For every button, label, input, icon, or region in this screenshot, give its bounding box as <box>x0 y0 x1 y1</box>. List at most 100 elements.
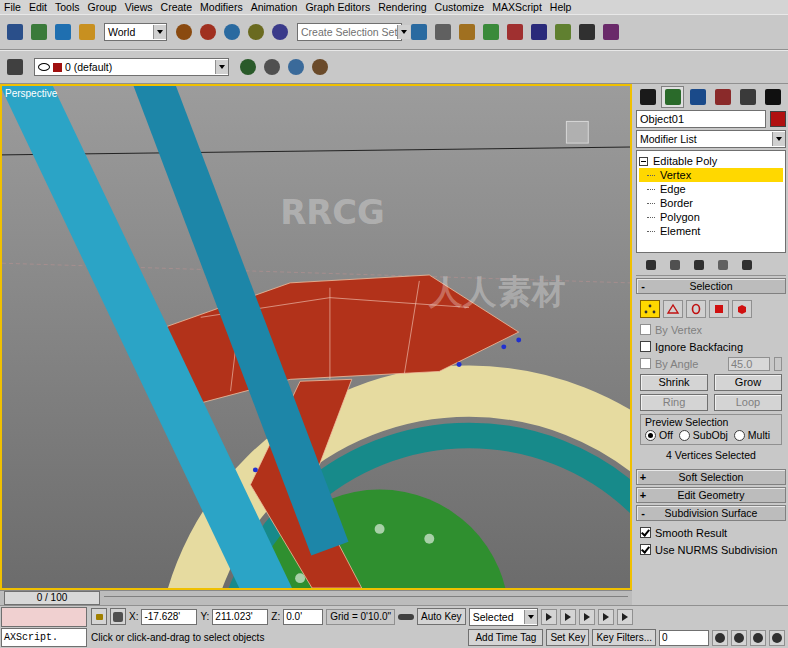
rollout-button[interactable]: Grow <box>714 374 782 391</box>
viewport-nav-icon[interactable] <box>750 630 766 646</box>
stack-tool-icon[interactable] <box>738 257 756 273</box>
tool-icon[interactable] <box>76 21 98 43</box>
checkbox[interactable]: Ignore Backfacing <box>640 339 782 354</box>
stack-item[interactable]: Polygon <box>639 210 783 224</box>
subobject-button[interactable] <box>686 300 706 318</box>
menu-item[interactable]: Views <box>125 0 153 14</box>
spinner-icon[interactable] <box>774 357 782 371</box>
radio-button[interactable]: Multi <box>734 429 770 441</box>
z-field[interactable]: 0.0' <box>283 609 323 625</box>
menu-item[interactable]: Group <box>88 0 117 14</box>
by-angle[interactable]: By Angle45.0 <box>640 356 782 371</box>
viewcube-icon[interactable] <box>566 121 588 143</box>
menu-item[interactable]: Tools <box>55 0 80 14</box>
rollout-header[interactable]: -Selection <box>636 278 786 294</box>
time-slider[interactable]: 0 / 100 <box>0 590 632 605</box>
tool-icon[interactable] <box>432 21 454 43</box>
menu-item[interactable]: Rendering <box>378 0 426 14</box>
stack-item[interactable]: Edge <box>639 182 783 196</box>
lock-icon[interactable] <box>91 608 107 625</box>
panel-tab-icon[interactable] <box>686 86 709 108</box>
viewport-nav-icon[interactable] <box>769 630 785 646</box>
reference-dropdown[interactable]: World <box>104 23 167 41</box>
menu-item[interactable]: Graph Editors <box>305 0 370 14</box>
panel-tab-icon[interactable] <box>736 86 759 108</box>
auto-key-button[interactable]: Auto Key <box>417 608 466 625</box>
tool-icon[interactable] <box>408 21 430 43</box>
tool-icon[interactable] <box>552 21 574 43</box>
menu-item[interactable]: Modifiers <box>200 0 243 14</box>
tool-icon[interactable] <box>528 21 550 43</box>
perspective-viewport[interactable]: RRCG人人素材Perspective <box>0 84 632 590</box>
rollout-header[interactable]: -Subdivision Surface <box>636 505 786 521</box>
tool-icon[interactable] <box>261 56 283 78</box>
layer-dropdown[interactable]: 0 (default) <box>34 58 229 76</box>
tool-icon[interactable] <box>576 21 598 43</box>
maxscript-field[interactable]: AXScript. <box>1 628 87 648</box>
absolute-mode-icon[interactable] <box>110 608 126 625</box>
stack-tool-icon[interactable] <box>666 257 684 273</box>
tool-icon[interactable] <box>28 21 50 43</box>
rollout-button[interactable]: Shrink <box>640 374 708 391</box>
tool-icon[interactable] <box>269 21 291 43</box>
menu-item[interactable]: File <box>4 0 21 14</box>
tool-icon[interactable] <box>221 21 243 43</box>
rollout-button[interactable]: Ring <box>640 394 708 411</box>
set-key-button[interactable]: Set Key <box>546 629 589 646</box>
stack-item[interactable]: Border <box>639 196 783 210</box>
tool-icon[interactable] <box>285 56 307 78</box>
radio-button[interactable]: SubObj <box>679 429 728 441</box>
y-field[interactable]: 211.023' <box>212 609 268 625</box>
menu-item[interactable]: Customize <box>435 0 485 14</box>
tool-icon[interactable] <box>237 56 259 78</box>
playback-icon[interactable] <box>541 609 557 625</box>
tool-icon[interactable] <box>52 21 74 43</box>
modifier-list[interactable]: Modifier List <box>636 130 786 148</box>
tool-icon[interactable] <box>480 21 502 43</box>
key-icon[interactable] <box>398 614 414 620</box>
tool-icon[interactable] <box>173 21 195 43</box>
stack-tool-icon[interactable] <box>642 257 660 273</box>
panel-tab-icon[interactable] <box>711 86 734 108</box>
stack-tool-icon[interactable] <box>714 257 732 273</box>
frame-field[interactable]: 0 <box>659 630 709 646</box>
subobject-button[interactable] <box>663 300 683 318</box>
angle-spinner[interactable]: 45.0 <box>728 357 770 371</box>
maxscript-listener[interactable] <box>1 607 87 627</box>
tool-icon[interactable] <box>245 21 267 43</box>
viewport-label[interactable]: Perspective <box>5 88 57 99</box>
layers-icon[interactable] <box>4 56 26 78</box>
tool-icon[interactable] <box>504 21 526 43</box>
subobject-button[interactable] <box>640 300 660 318</box>
object-name-field[interactable]: Object01 <box>636 110 766 128</box>
tool-icon[interactable] <box>600 21 622 43</box>
radio-button[interactable]: Off <box>645 429 673 441</box>
playback-icon[interactable] <box>617 609 633 625</box>
stack-item[interactable]: Element <box>639 224 783 238</box>
stack-item[interactable]: Vertex <box>639 168 783 182</box>
time-slider-thumb[interactable]: 0 / 100 <box>4 591 100 605</box>
tool-icon[interactable] <box>4 21 26 43</box>
playback-icon[interactable] <box>579 609 595 625</box>
viewport-nav-icon[interactable] <box>731 630 747 646</box>
key-mode-dropdown[interactable]: Selected <box>469 608 538 626</box>
object-color[interactable] <box>770 111 786 127</box>
panel-tab-icon[interactable] <box>661 86 684 108</box>
key-filters-button[interactable]: Key Filters... <box>592 629 656 646</box>
menu-item[interactable]: Edit <box>29 0 47 14</box>
checkbox[interactable]: Smooth Result <box>640 525 782 540</box>
add-time-tag[interactable]: Add Time Tag <box>468 629 543 646</box>
panel-tab-icon[interactable] <box>761 86 784 108</box>
menu-item[interactable]: MAXScript <box>492 0 542 14</box>
tool-icon[interactable] <box>309 56 331 78</box>
panel-tab-icon[interactable] <box>636 86 659 108</box>
selection-set-dropdown[interactable]: Create Selection Set <box>297 23 402 41</box>
playback-icon[interactable] <box>560 609 576 625</box>
checkbox[interactable]: Use NURMS Subdivision <box>640 542 782 557</box>
rollout-button[interactable]: Loop <box>714 394 782 411</box>
menu-item[interactable]: Help <box>550 0 572 14</box>
rollout-header[interactable]: +Soft Selection <box>636 469 786 485</box>
playback-icon[interactable] <box>598 609 614 625</box>
expand-icon[interactable] <box>639 157 648 166</box>
menu-item[interactable]: Animation <box>251 0 298 14</box>
